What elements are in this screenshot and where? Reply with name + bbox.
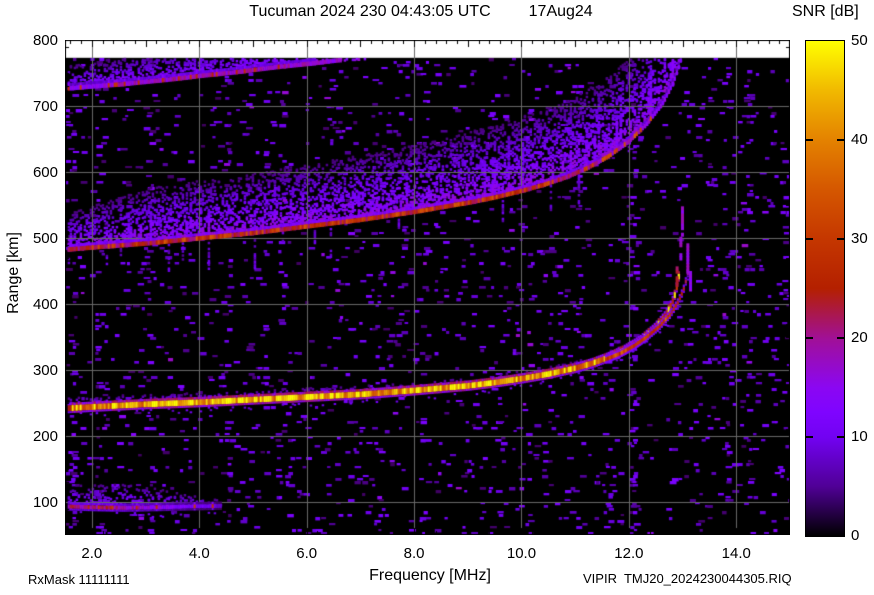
colorbar-tick-label: 40 <box>851 131 868 148</box>
y-tick-label: 700 <box>32 98 58 115</box>
colorbar-tick-mark <box>806 337 813 339</box>
colorbar-tick-mark <box>837 337 844 339</box>
x-tick-label: 2.0 <box>81 545 103 562</box>
colorbar-tick-mark <box>837 238 844 240</box>
snr-colorbar <box>805 40 845 537</box>
date-label: 17Aug24 <box>528 3 593 20</box>
y-tick-label: 500 <box>32 230 58 247</box>
figure-title-row: Tucuman 2024 230 04:43:05 UTC 17Aug24 <box>249 3 592 21</box>
x-tick-label: 12.0 <box>614 545 644 562</box>
colorbar-tick-mark <box>837 139 844 141</box>
x-tick-label: 14.0 <box>721 545 751 562</box>
colorbar-tick-label: 20 <box>851 329 868 346</box>
rxmask-label: RxMask 11111111 <box>28 572 130 587</box>
colorbar-tick-mark <box>837 436 844 438</box>
file-name-label: VIPIR TMJ20_2024230044305.RIQ <box>583 571 792 586</box>
colorbar-tick-label: 50 <box>851 32 868 49</box>
colorbar-title: SNR [dB] <box>792 3 859 20</box>
station-time-title: Tucuman 2024 230 04:43:05 UTC <box>249 3 491 20</box>
y-tick-label: 100 <box>32 494 58 511</box>
x-tick-label: 10.0 <box>506 545 537 562</box>
ionogram-heatmap-canvas <box>65 40 790 535</box>
y-tick-label: 200 <box>32 428 58 445</box>
colorbar-tick-label: 30 <box>851 230 868 247</box>
colorbar-tick-mark <box>806 139 813 141</box>
x-tick-label: 8.0 <box>403 545 425 562</box>
y-tick-label: 300 <box>32 362 58 379</box>
colorbar-tick-mark <box>806 238 813 240</box>
x-tick-label: 4.0 <box>188 545 210 562</box>
colorbar-tick-mark <box>806 436 813 438</box>
colorbar-tick-label: 0 <box>851 527 860 544</box>
y-tick-label: 400 <box>32 296 58 313</box>
ionogram-figure: Tucuman 2024 230 04:43:05 UTC 17Aug24 SN… <box>0 0 874 595</box>
y-tick-label: 600 <box>32 164 58 181</box>
x-tick-label: 6.0 <box>296 545 318 562</box>
y-tick-label: 800 <box>32 32 58 49</box>
x-axis-label: Frequency [MHz] <box>369 567 491 584</box>
colorbar-tick-label: 10 <box>851 428 868 445</box>
